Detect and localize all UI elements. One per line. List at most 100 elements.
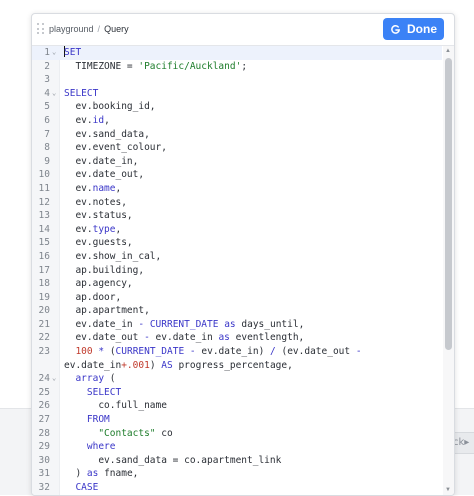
code-token: "Contacts" <box>98 427 156 439</box>
code-token: id <box>92 114 105 126</box>
code-token: array <box>75 373 105 385</box>
fold-chevron-icon[interactable]: ⌄ <box>52 46 56 60</box>
code-token: as <box>218 332 230 344</box>
code-line[interactable]: 13 ev.status, <box>32 209 442 223</box>
code-token: progress_percentage, <box>172 359 293 371</box>
panel-header: playground / Query Done <box>32 14 454 44</box>
line-number: 22 <box>38 332 50 344</box>
code-token: ev. <box>64 223 93 235</box>
code-token: ev.date_out <box>64 332 145 344</box>
code-text: TIMEZONE = 'Pacific/Auckland'; <box>64 60 247 74</box>
code-token: (ev.date_out <box>275 346 356 358</box>
code-token: ev.sand_data = co.apartment_link <box>64 454 282 466</box>
line-number: 24 <box>38 373 50 385</box>
code-token: ) <box>149 359 162 371</box>
code-line[interactable]: 14 ev.type, <box>32 223 442 237</box>
code-editor[interactable]: 1 ⌄ SET 2 TIMEZONE = 'Pacific/Auckland'; 3 4 ⌄… <box>32 45 454 495</box>
code-token: ( <box>104 373 116 385</box>
breadcrumb-parent[interactable]: playground <box>49 24 94 34</box>
code-token: as <box>224 318 236 330</box>
line-number: 27 <box>38 414 50 426</box>
code-line[interactable]: 18 ap.agency, <box>32 277 442 291</box>
code-token: , <box>115 182 122 194</box>
code-line[interactable]: 9 ev.date_in, <box>32 155 442 169</box>
vertical-scrollbar[interactable]: ▲ ▼ <box>443 46 454 495</box>
code-line[interactable]: 26 co.full_name <box>32 399 442 413</box>
code-line[interactable]: 11 ev.name, <box>32 182 442 196</box>
line-number: 13 <box>38 210 50 222</box>
line-number: 30 <box>38 454 50 466</box>
code-line[interactable]: 12 ev.notes, <box>32 196 442 210</box>
line-number: 31 <box>38 468 50 480</box>
code-line[interactable]: 10 ev.date_out, <box>32 168 442 182</box>
fold-chevron-icon[interactable]: ⌄ <box>52 372 56 386</box>
code-line[interactable]: 15 ev.guests, <box>32 236 442 250</box>
code-line[interactable]: 23 100 * (CURRENT_DATE - ev.date_in) / (… <box>32 345 442 372</box>
code-line[interactable]: 6 ev.id, <box>32 114 442 128</box>
code-token: where <box>86 441 116 453</box>
code-line[interactable]: 29 where <box>32 440 442 454</box>
code-line[interactable]: 21 ev.date_in - CURRENT_DATE as days_unt… <box>32 318 442 332</box>
code-text: ev.booking_id, <box>64 100 156 114</box>
code-line[interactable]: 17 ap.building, <box>32 264 442 278</box>
fold-chevron-icon[interactable]: ⌄ <box>52 87 56 101</box>
code-token: ev.sand_data, <box>64 128 150 140</box>
code-line[interactable]: 16 ev.show_in_cal, <box>32 250 442 264</box>
line-number: 3 <box>44 74 50 86</box>
code-text: ev.date_in - CURRENT_DATE as days_until, <box>64 318 304 332</box>
code-token: ev.date_in <box>64 359 122 371</box>
code-text: CASE <box>64 481 98 495</box>
code-line[interactable]: 19 ap.door, <box>32 291 442 305</box>
code-token: co.full_name <box>64 400 167 412</box>
code-line[interactable]: 3 <box>32 73 442 87</box>
code-token: ev.date_in, <box>64 155 139 167</box>
code-token: ev.status, <box>64 210 133 222</box>
code-text: ev.name, <box>64 182 121 196</box>
line-number: 18 <box>38 278 50 290</box>
code-line[interactable]: 4 ⌄ SELECT <box>32 87 442 101</box>
code-line[interactable]: 7 ev.sand_data, <box>32 128 442 142</box>
code-line[interactable]: 25 SELECT <box>32 386 442 400</box>
code-text: ev.notes, <box>64 196 126 210</box>
code-token: SELECT <box>86 386 122 398</box>
line-number: 12 <box>38 196 50 208</box>
code-token: ( <box>104 346 116 358</box>
code-token: ev.booking_id, <box>64 101 156 113</box>
code-line[interactable]: 24 ⌄ array ( <box>32 372 442 386</box>
code-text: ev.event_colour, <box>64 141 167 155</box>
scrollbar-thumb[interactable] <box>445 58 452 350</box>
code-line[interactable]: 22 ev.date_out - ev.date_in as eventleng… <box>32 331 442 345</box>
done-button-label: Done <box>407 22 437 36</box>
code-token: , <box>104 114 110 126</box>
line-number: 32 <box>38 482 50 493</box>
code-line[interactable]: 2 TIMEZONE = 'Pacific/Auckland'; <box>32 60 442 74</box>
breadcrumb-separator: / <box>97 24 101 34</box>
code-line[interactable]: 1 ⌄ SET <box>32 46 442 60</box>
code-token: eventlength, <box>229 332 305 344</box>
code-area[interactable]: 1 ⌄ SET 2 TIMEZONE = 'Pacific/Auckland'; 3 4 ⌄… <box>32 46 442 495</box>
drag-handle-icon[interactable] <box>37 23 45 35</box>
code-line[interactable]: 20 ap.apartment, <box>32 304 442 318</box>
code-text: SET <box>64 46 81 60</box>
scroll-up-icon[interactable]: ▲ <box>445 48 451 54</box>
code-line[interactable]: 28 "Contacts" co <box>32 427 442 441</box>
code-line[interactable]: 5 ev.booking_id, <box>32 100 442 114</box>
code-text: ev.show_in_cal, <box>64 250 161 264</box>
line-number: 16 <box>38 250 50 262</box>
line-number: 29 <box>38 441 50 453</box>
code-line[interactable]: 27 FROM <box>32 413 442 427</box>
done-button[interactable]: Done <box>383 18 444 40</box>
scroll-down-icon[interactable]: ▼ <box>445 487 451 493</box>
code-line[interactable]: 32 CASE <box>32 481 442 495</box>
code-line[interactable]: 8 ev.event_colour, <box>32 141 442 155</box>
code-line[interactable]: 30 ev.sand_data = co.apartment_link <box>32 454 442 468</box>
code-token: ev.event_colour, <box>64 142 167 154</box>
code-text: ev.id, <box>64 114 110 128</box>
line-number: 6 <box>44 114 50 126</box>
code-line[interactable]: 31 ) as fname, <box>32 467 442 481</box>
line-number: 15 <box>38 237 50 249</box>
code-token: ev.show_in_cal, <box>64 250 162 262</box>
